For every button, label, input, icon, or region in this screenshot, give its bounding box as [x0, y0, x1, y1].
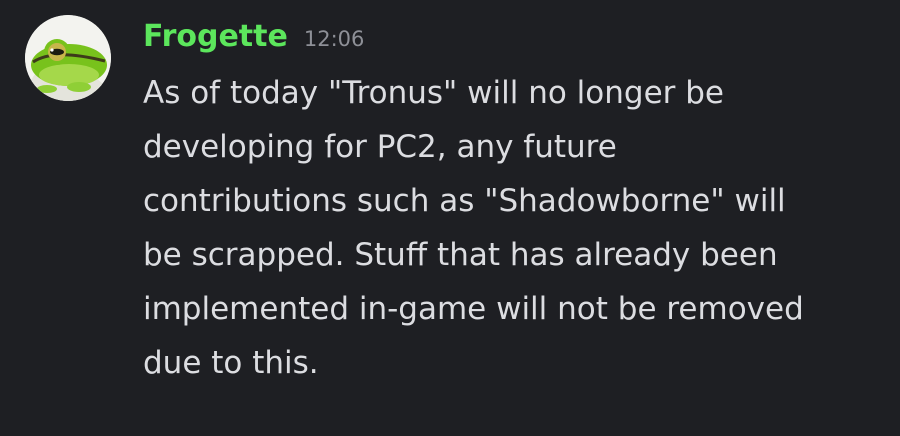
message-line: contributions such as "Shadowborne" will: [143, 183, 786, 219]
timestamp[interactable]: 12:06: [304, 27, 365, 51]
message-line: be scrapped. Stuff that has already been: [143, 237, 778, 273]
frog-avatar-icon: [25, 15, 111, 101]
message-header: Frogette 12:06: [143, 19, 364, 54]
message-line: developing for PC2, any future: [143, 129, 617, 165]
user-avatar[interactable]: [25, 15, 111, 101]
message-line: implemented in-game will not be removed: [143, 291, 804, 327]
message-line: As of today "Tronus" will no longer be: [143, 75, 725, 111]
message-content: As of today "Tronus" will no longer be d…: [143, 66, 863, 390]
username[interactable]: Frogette: [143, 19, 288, 54]
chat-message: Frogette 12:06 As of today "Tronus" will…: [0, 0, 900, 436]
message-line: due to this.: [143, 345, 319, 381]
